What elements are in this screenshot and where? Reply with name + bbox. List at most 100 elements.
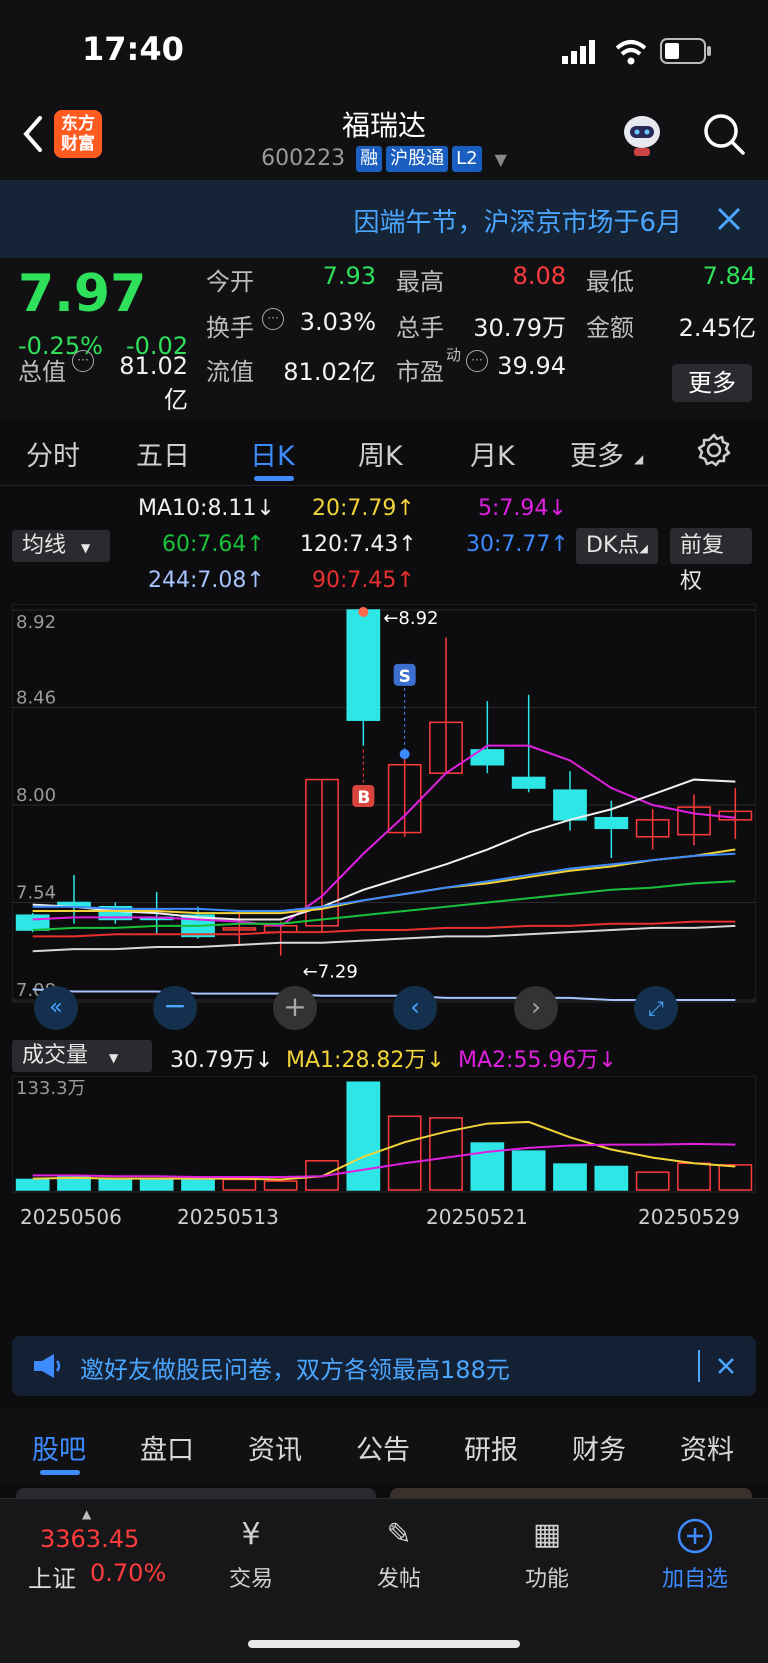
volume-bar xyxy=(15,1178,50,1191)
info-icon[interactable]: ··· xyxy=(72,350,94,372)
tab-research[interactable]: 研报 xyxy=(464,1428,518,1467)
close-icon[interactable] xyxy=(716,1356,736,1376)
add-watchlist-button[interactable]: 加自选 xyxy=(640,1517,750,1593)
open-label: 今开 xyxy=(206,268,254,296)
ma120-value: 120:7.43↑ xyxy=(300,532,417,557)
scroll-left-fast-icon[interactable]: « xyxy=(34,986,78,1030)
scroll-left-icon[interactable]: ‹ xyxy=(393,986,437,1030)
tab-forum[interactable]: 股吧 xyxy=(32,1428,86,1467)
turnover-label: 换手 xyxy=(206,314,254,342)
tab-finance[interactable]: 财务 xyxy=(572,1428,626,1467)
volume-bar xyxy=(677,1162,711,1191)
tag-hk-connect: 沪股通 xyxy=(386,146,449,172)
tab-news[interactable]: 资讯 xyxy=(248,1428,302,1467)
ma10-value: MA10:8.11↓ xyxy=(138,496,275,521)
bottom-dock: ▲ 3363.45 上证 0.70% ¥ 交易 ✎ 发帖 ▦ 功能 加自选 xyxy=(0,1498,768,1663)
amount-value: 2.45亿 xyxy=(678,314,756,342)
scroll-right-icon[interactable]: › xyxy=(514,986,558,1030)
tab-more[interactable]: 更多 xyxy=(570,434,624,473)
close-icon[interactable] xyxy=(716,206,742,232)
info-icon[interactable]: ··· xyxy=(262,308,284,330)
tab-orderbook[interactable]: 盘口 xyxy=(140,1428,194,1467)
stock-header: 东方 财富 福瑞达 600223 融沪股通 L2 ▼ xyxy=(0,100,768,180)
trade-button[interactable]: ¥ 交易 xyxy=(196,1517,306,1593)
kline-chart[interactable]: 8.92 8.46 8.00 7.54 7.08 ←8.92 ←7.29 B S « − + ‹… xyxy=(11,603,757,1034)
volume-indicator-selector[interactable]: 成交量 ▼ xyxy=(12,1040,152,1072)
active-tab-indicator xyxy=(254,476,294,481)
robot-assistant-icon[interactable] xyxy=(618,110,666,158)
tab-monthly-k[interactable]: 月K xyxy=(470,434,515,473)
content-tabs: 股吧 盘口 资讯 公告 研报 财务 资料 xyxy=(0,1408,768,1484)
tab-intraday[interactable]: 分时 xyxy=(26,434,80,473)
function-button[interactable]: ▦ 功能 xyxy=(492,1517,602,1593)
candle-body xyxy=(594,816,629,830)
index-value: 3363.45 xyxy=(40,1525,140,1553)
holiday-notice-bar[interactable]: 因端午节，沪深京市场于6月 xyxy=(0,180,768,258)
volume-chart[interactable]: 133.3万 20250506 20250513 20250521 20250529 xyxy=(11,1075,757,1266)
chevron-down-icon[interactable]: ▼ xyxy=(495,150,507,169)
quote-panel: 7.97 -0.25% -0.02 今开 7.93 最高 8.08 最低 7.8… xyxy=(0,258,768,418)
invite-banner[interactable]: 邀好友做股民问卷，双方各领最高188元 xyxy=(12,1336,756,1396)
more-quote-button[interactable]: 更多 xyxy=(672,364,752,402)
candle-body xyxy=(15,914,50,931)
index-change: 0.70% xyxy=(90,1559,167,1587)
pe-label: 市盈 xyxy=(396,358,444,386)
ma60-value: 60:7.64↑ xyxy=(162,532,265,557)
market-cap-label: 总值 xyxy=(18,358,66,386)
divider xyxy=(698,1350,700,1382)
notice-text: 因端午节，沪深京市场于6月 xyxy=(353,208,682,238)
volume-frame xyxy=(11,1075,757,1193)
battery-icon xyxy=(660,38,712,64)
y-tick-label: 8.46 xyxy=(16,688,56,709)
index-name: 上证 xyxy=(28,1565,76,1593)
tab-announcements[interactable]: 公告 xyxy=(356,1428,410,1467)
low-value: 7.84 xyxy=(702,262,756,290)
volume-bar xyxy=(635,1171,670,1191)
tab-weekly-k[interactable]: 周K xyxy=(358,434,403,473)
ma-selector[interactable]: 均线 ▼ xyxy=(12,530,110,562)
y-tick-label: 8.00 xyxy=(16,785,56,806)
ma-legend: MA10:8.11↓ 20:7.79↑ 5:7.94↓ 均线 ▼ 60:7.64… xyxy=(0,488,768,604)
ma-line xyxy=(32,848,736,915)
volume-label: 总手 xyxy=(396,314,444,342)
chart-nav-buttons: « − + ‹ › ⤢ xyxy=(12,986,756,1030)
tab-profile[interactable]: 资料 xyxy=(680,1428,734,1467)
high-marker: ←8.92 xyxy=(383,608,438,629)
zoom-in-icon[interactable]: + xyxy=(273,986,317,1030)
search-icon[interactable] xyxy=(702,112,746,156)
post-button[interactable]: ✎ 发帖 xyxy=(344,1517,454,1593)
gear-icon[interactable] xyxy=(696,432,732,468)
x-date-label: 20250529 xyxy=(638,1205,740,1229)
volume-value: 30.79万 xyxy=(473,314,566,342)
low-label: 最低 xyxy=(586,268,634,296)
chart-frame xyxy=(11,603,757,1003)
tab-five-day[interactable]: 五日 xyxy=(136,434,190,473)
volume-current: 30.79万↓ xyxy=(170,1048,274,1073)
fullscreen-icon[interactable]: ⤢ xyxy=(634,986,678,1030)
volume-svg: 133.3万 20250506 20250513 20250521 20250529 xyxy=(11,1075,757,1229)
plus-circle-icon xyxy=(640,1517,750,1561)
volume-bar xyxy=(139,1179,174,1191)
adjust-button[interactable]: 前复权 xyxy=(670,528,752,594)
index-ticker[interactable]: ▲ 3363.45 上证 0.70% xyxy=(20,1507,180,1597)
volume-bar xyxy=(594,1165,629,1191)
dk-point-button[interactable]: DK点◢ xyxy=(576,528,658,564)
volume-ma1: MA1:28.82万↓ xyxy=(286,1048,445,1073)
candle-body xyxy=(511,776,546,789)
volume-bar xyxy=(181,1177,215,1191)
info-icon[interactable]: ··· xyxy=(466,350,488,372)
invite-text: 邀好友做股民问卷，双方各领最高188元 xyxy=(80,1356,510,1384)
zoom-out-icon[interactable]: − xyxy=(153,986,197,1030)
tab-daily-k[interactable]: 日K xyxy=(250,434,295,473)
ma-line xyxy=(32,744,736,927)
pe-superscript: 动 xyxy=(446,346,462,364)
low-marker: ←7.29 xyxy=(303,961,358,982)
tag-margin: 融 xyxy=(356,146,383,172)
sell-signal-dot xyxy=(399,749,410,760)
float-cap-value: 81.02亿 xyxy=(283,358,376,386)
yen-icon: ¥ xyxy=(241,1517,261,1552)
y-tick-label: 7.54 xyxy=(16,883,56,904)
high-dot xyxy=(358,607,369,617)
volume-bar xyxy=(346,1081,381,1191)
pe-value: 39.94 xyxy=(497,352,566,380)
